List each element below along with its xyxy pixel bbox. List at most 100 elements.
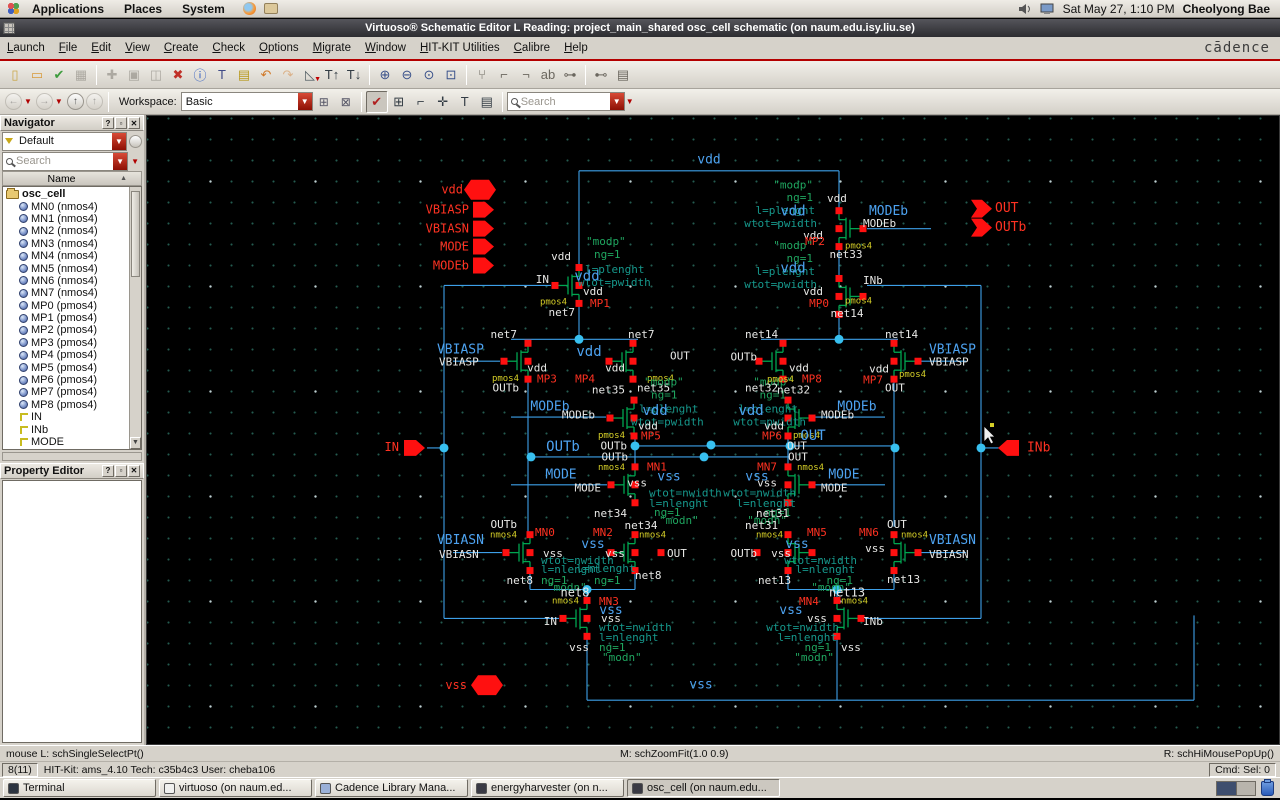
search-dropdown-icon[interactable]: ▼ [610, 93, 624, 110]
wire-label-button[interactable]: ab [537, 64, 559, 86]
instance-button[interactable]: ▤ [233, 64, 255, 86]
search-options-icon[interactable]: ▼ [626, 97, 634, 106]
schematic-canvas[interactable]: vddVBIASPVBIASNMODEMODEbOUTOUTbININbvssv… [146, 115, 1280, 745]
delete-button[interactable]: ✖ [167, 64, 189, 86]
navigator-search-input[interactable]: Search ▼ [2, 152, 128, 171]
workspace-combo[interactable]: Basic ▼ [181, 92, 313, 111]
tree-item[interactable]: MN0 (nmos4) [5, 200, 141, 212]
menu-check[interactable]: Check [205, 39, 252, 57]
workspace-2[interactable] [1236, 782, 1256, 795]
desktop-menu-applications[interactable]: Applications [24, 1, 112, 17]
text-select-button[interactable]: T [454, 91, 476, 113]
tree-item[interactable]: MP4 (pmos4) [5, 349, 141, 361]
new-file-button[interactable]: ▯ [4, 64, 26, 86]
wire-button[interactable]: ⌐ [493, 64, 515, 86]
tree-item[interactable]: MN1 (nmos4) [5, 213, 141, 225]
tree-item[interactable]: MP5 (pmos4) [5, 361, 141, 373]
zoom-select-button[interactable]: ⊙ [418, 64, 440, 86]
menu-migrate[interactable]: Migrate [306, 39, 358, 57]
navigator-filter-combo[interactable]: Default ▼ [2, 132, 127, 151]
area-select-button[interactable]: ⊞ [388, 91, 410, 113]
tree-item[interactable]: MP0 (pmos4) [5, 300, 141, 312]
tree-item[interactable]: MP6 (pmos4) [5, 374, 141, 386]
menu-calibre[interactable]: Calibre [507, 39, 557, 57]
move-select-button[interactable]: ✛ [432, 91, 454, 113]
open-folder-button[interactable]: ▭ [26, 64, 48, 86]
menu-view[interactable]: View [118, 39, 157, 57]
tree-item[interactable]: MN2 (nmos4) [5, 225, 141, 237]
pin-2-button[interactable]: ⊷ [590, 64, 612, 86]
menu-options[interactable]: Options [252, 39, 306, 57]
task-button[interactable]: energyharvester (on n... [471, 779, 624, 797]
display-icon[interactable] [1040, 3, 1055, 15]
desktop-menu-system[interactable]: System [174, 1, 233, 17]
menu-file[interactable]: File [52, 39, 85, 57]
property-editor-body[interactable] [2, 480, 142, 744]
panel-button[interactable]: ✕ [128, 117, 140, 129]
forward-dropdown-icon[interactable]: ▼ [55, 97, 63, 106]
filter-config-button[interactable] [129, 135, 142, 148]
workspace-dropdown-icon[interactable]: ▼ [298, 93, 312, 110]
navigator-search-options-icon[interactable]: ▼ [131, 157, 139, 166]
volume-icon[interactable] [1018, 3, 1032, 15]
tree-item[interactable]: MP3 (pmos4) [5, 337, 141, 349]
properties-button[interactable]: ⓘ [189, 64, 211, 86]
scrollbar-down-icon[interactable]: ▼ [130, 437, 141, 449]
dropdown-icon[interactable]: ▼ [314, 76, 321, 83]
tree-item[interactable]: IN [5, 411, 141, 423]
workspace-switcher[interactable] [1216, 781, 1256, 796]
wire-narrow-button[interactable]: ¬ [515, 64, 537, 86]
tree-item[interactable]: MP1 (pmos4) [5, 312, 141, 324]
up-button[interactable]: ↑ [67, 93, 84, 110]
delete-workspace-button[interactable]: ⊠ [335, 91, 357, 113]
desktop-menu-places[interactable]: Places [116, 1, 170, 17]
wire-select-button[interactable]: ⌐ [410, 91, 432, 113]
text-bigger-button[interactable]: T↑ [321, 64, 343, 86]
check-save-button[interactable]: ✔ [48, 64, 70, 86]
scrollbar-thumb[interactable] [131, 191, 140, 277]
navigator-search-dropdown-icon[interactable]: ▼ [113, 153, 127, 170]
text-smaller-button[interactable]: T↓ [343, 64, 365, 86]
edit-text-button[interactable]: T [211, 64, 233, 86]
window-title-bar[interactable]: Virtuoso® Schematic Editor L Reading: pr… [0, 18, 1280, 37]
filter-dropdown-icon[interactable]: ▼ [112, 133, 126, 150]
zoom-fit-button[interactable]: ⊡ [440, 64, 462, 86]
undo-button[interactable]: ↶ [255, 64, 277, 86]
workspace-1[interactable] [1217, 782, 1236, 795]
tree-item[interactable]: MODE [5, 436, 141, 448]
menu-help[interactable]: Help [557, 39, 595, 57]
tree-column-header[interactable]: Name ▲ [2, 171, 142, 186]
tree-item[interactable]: MP8 (pmos4) [5, 399, 141, 411]
tree-item-root[interactable]: osc_cell [5, 188, 141, 200]
cellview-button[interactable]: ▤ [612, 64, 634, 86]
tree-item[interactable]: MN6 (nmos4) [5, 275, 141, 287]
pin-button[interactable]: ⊶ [559, 64, 581, 86]
tree-item[interactable]: INb [5, 423, 141, 435]
panel-button[interactable]: ✕ [128, 465, 140, 477]
tree-item[interactable]: MP7 (pmos4) [5, 386, 141, 398]
tree-item[interactable]: MN3 (nmos4) [5, 238, 141, 250]
panel-button[interactable]: ▫ [115, 465, 127, 477]
back-dropdown-icon[interactable]: ▼ [24, 97, 32, 106]
menu-window[interactable]: Window [358, 39, 413, 57]
task-button[interactable]: virtuoso (on naum.ed... [159, 779, 312, 797]
tree-item[interactable]: MN4 (nmos4) [5, 250, 141, 262]
task-button[interactable]: osc_cell (on naum.edu... [627, 779, 780, 797]
menu-launch[interactable]: Launch [0, 39, 52, 57]
ruler-button[interactable]: ◺▼ [299, 64, 321, 86]
menu-create[interactable]: Create [157, 39, 206, 57]
menu-edit[interactable]: Edit [84, 39, 118, 57]
select-mode-button[interactable]: ✔ [366, 91, 388, 113]
tree-item[interactable]: MN7 (nmos4) [5, 287, 141, 299]
package-launcher-icon[interactable] [264, 3, 278, 14]
task-button[interactable]: Cadence Library Mana... [315, 779, 468, 797]
task-button[interactable]: Terminal [3, 779, 156, 797]
firefox-launcher-icon[interactable] [243, 2, 256, 15]
navigator-scrollbar[interactable]: ▼ [129, 187, 141, 449]
property-editor-title-bar[interactable]: Property Editor ?▫✕ [0, 463, 144, 479]
navigator-hscrollbar[interactable] [2, 452, 142, 461]
panel-button[interactable]: ▫ [115, 117, 127, 129]
zoom-out-button[interactable]: ⊖ [396, 64, 418, 86]
panel-button[interactable]: ? [102, 465, 114, 477]
tree-item[interactable]: MN5 (nmos4) [5, 262, 141, 274]
